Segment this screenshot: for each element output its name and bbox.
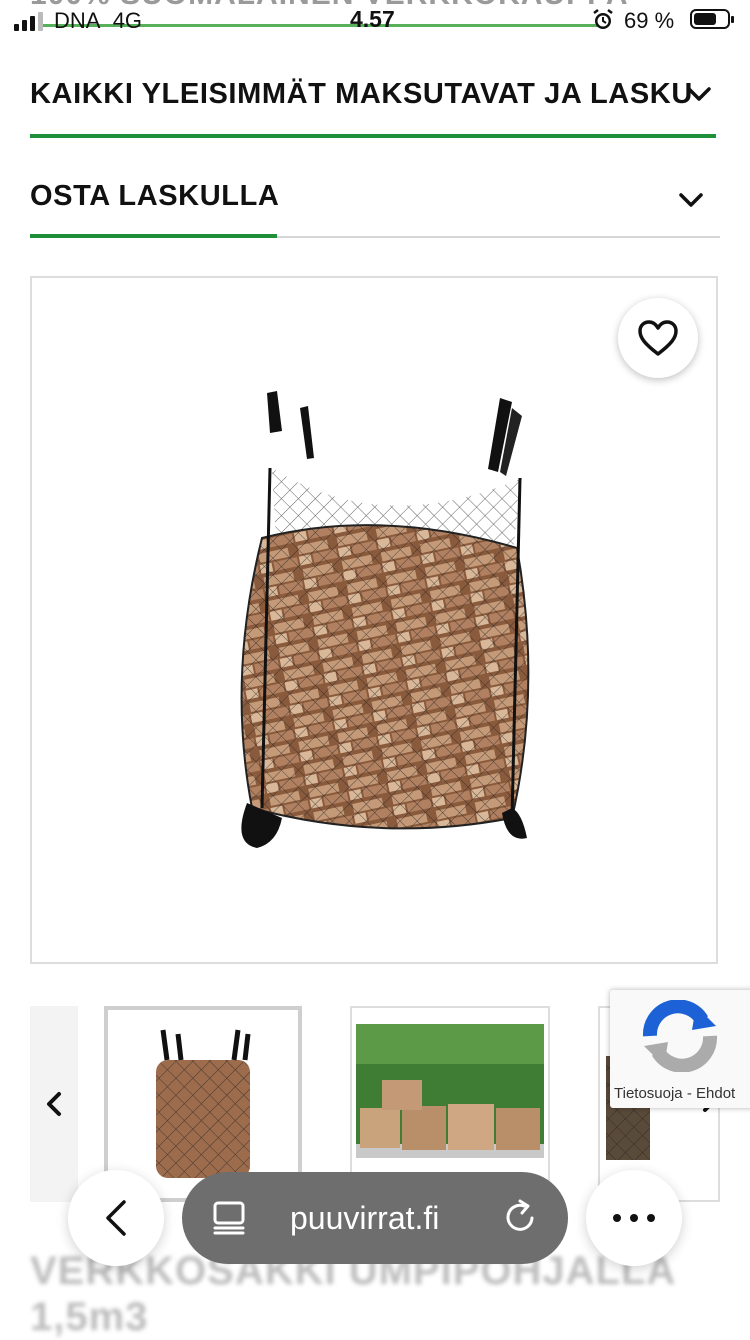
battery-icon <box>690 9 734 29</box>
carousel-prev-button[interactable] <box>30 1006 78 1202</box>
signal-icon <box>14 12 43 31</box>
chevron-down-icon <box>686 84 712 109</box>
firewood-bag-image <box>240 391 530 848</box>
more-dots-icon <box>613 1214 655 1222</box>
browser-more-button[interactable] <box>586 1170 682 1266</box>
accordion-title: KAIKKI YLEISIMMÄT MAKSUTAVAT JA LASKU <box>30 78 693 110</box>
recaptcha-separator: - <box>682 1085 696 1102</box>
chevron-left-icon <box>106 1200 126 1236</box>
chevron-down-icon <box>678 190 704 215</box>
thumbnail-image <box>156 1029 251 1178</box>
network-type: 4G <box>112 8 143 33</box>
address-bar[interactable]: puuvirrat.fi <box>182 1172 568 1264</box>
status-bar: 100% SUOMALAINEN VERKKOKAUPPA DNA 4G 4.5… <box>0 0 750 44</box>
recaptcha-icon <box>642 1000 718 1072</box>
status-time: 4.57 <box>350 6 395 32</box>
accordion-buy-with-invoice[interactable]: OSTA LASKULLA <box>30 180 720 238</box>
product-main-image[interactable] <box>30 276 718 964</box>
tabs-icon[interactable] <box>212 1200 246 1241</box>
battery-percent: 69 % <box>624 8 675 33</box>
heart-icon <box>638 320 678 356</box>
accordion-title: OSTA LASKULLA <box>30 180 280 212</box>
recaptcha-privacy-link[interactable]: Tietosuoja <box>614 1085 683 1102</box>
carrier-name: DNA <box>54 8 101 33</box>
recaptcha-badge[interactable]: Tietosuoja - Ehdot <box>610 990 750 1108</box>
carrier-label: DNA 4G <box>54 8 142 34</box>
browser-back-button[interactable] <box>68 1170 164 1266</box>
recaptcha-terms-link[interactable]: Ehdot <box>696 1085 735 1102</box>
chevron-left-icon <box>47 1092 61 1116</box>
favorite-button[interactable] <box>618 298 698 378</box>
alarm-icon <box>592 8 614 37</box>
product-title-line2: 1,5m3 <box>30 1295 149 1339</box>
accordion-payment-methods[interactable]: KAIKKI YLEISIMMÄT MAKSUTAVAT JA LASKU <box>30 78 716 138</box>
reload-icon[interactable] <box>502 1198 538 1241</box>
accordion-underline <box>30 234 277 238</box>
url-text[interactable]: puuvirrat.fi <box>290 1200 439 1237</box>
recaptcha-links: Tietosuoja - Ehdot <box>614 1085 735 1102</box>
